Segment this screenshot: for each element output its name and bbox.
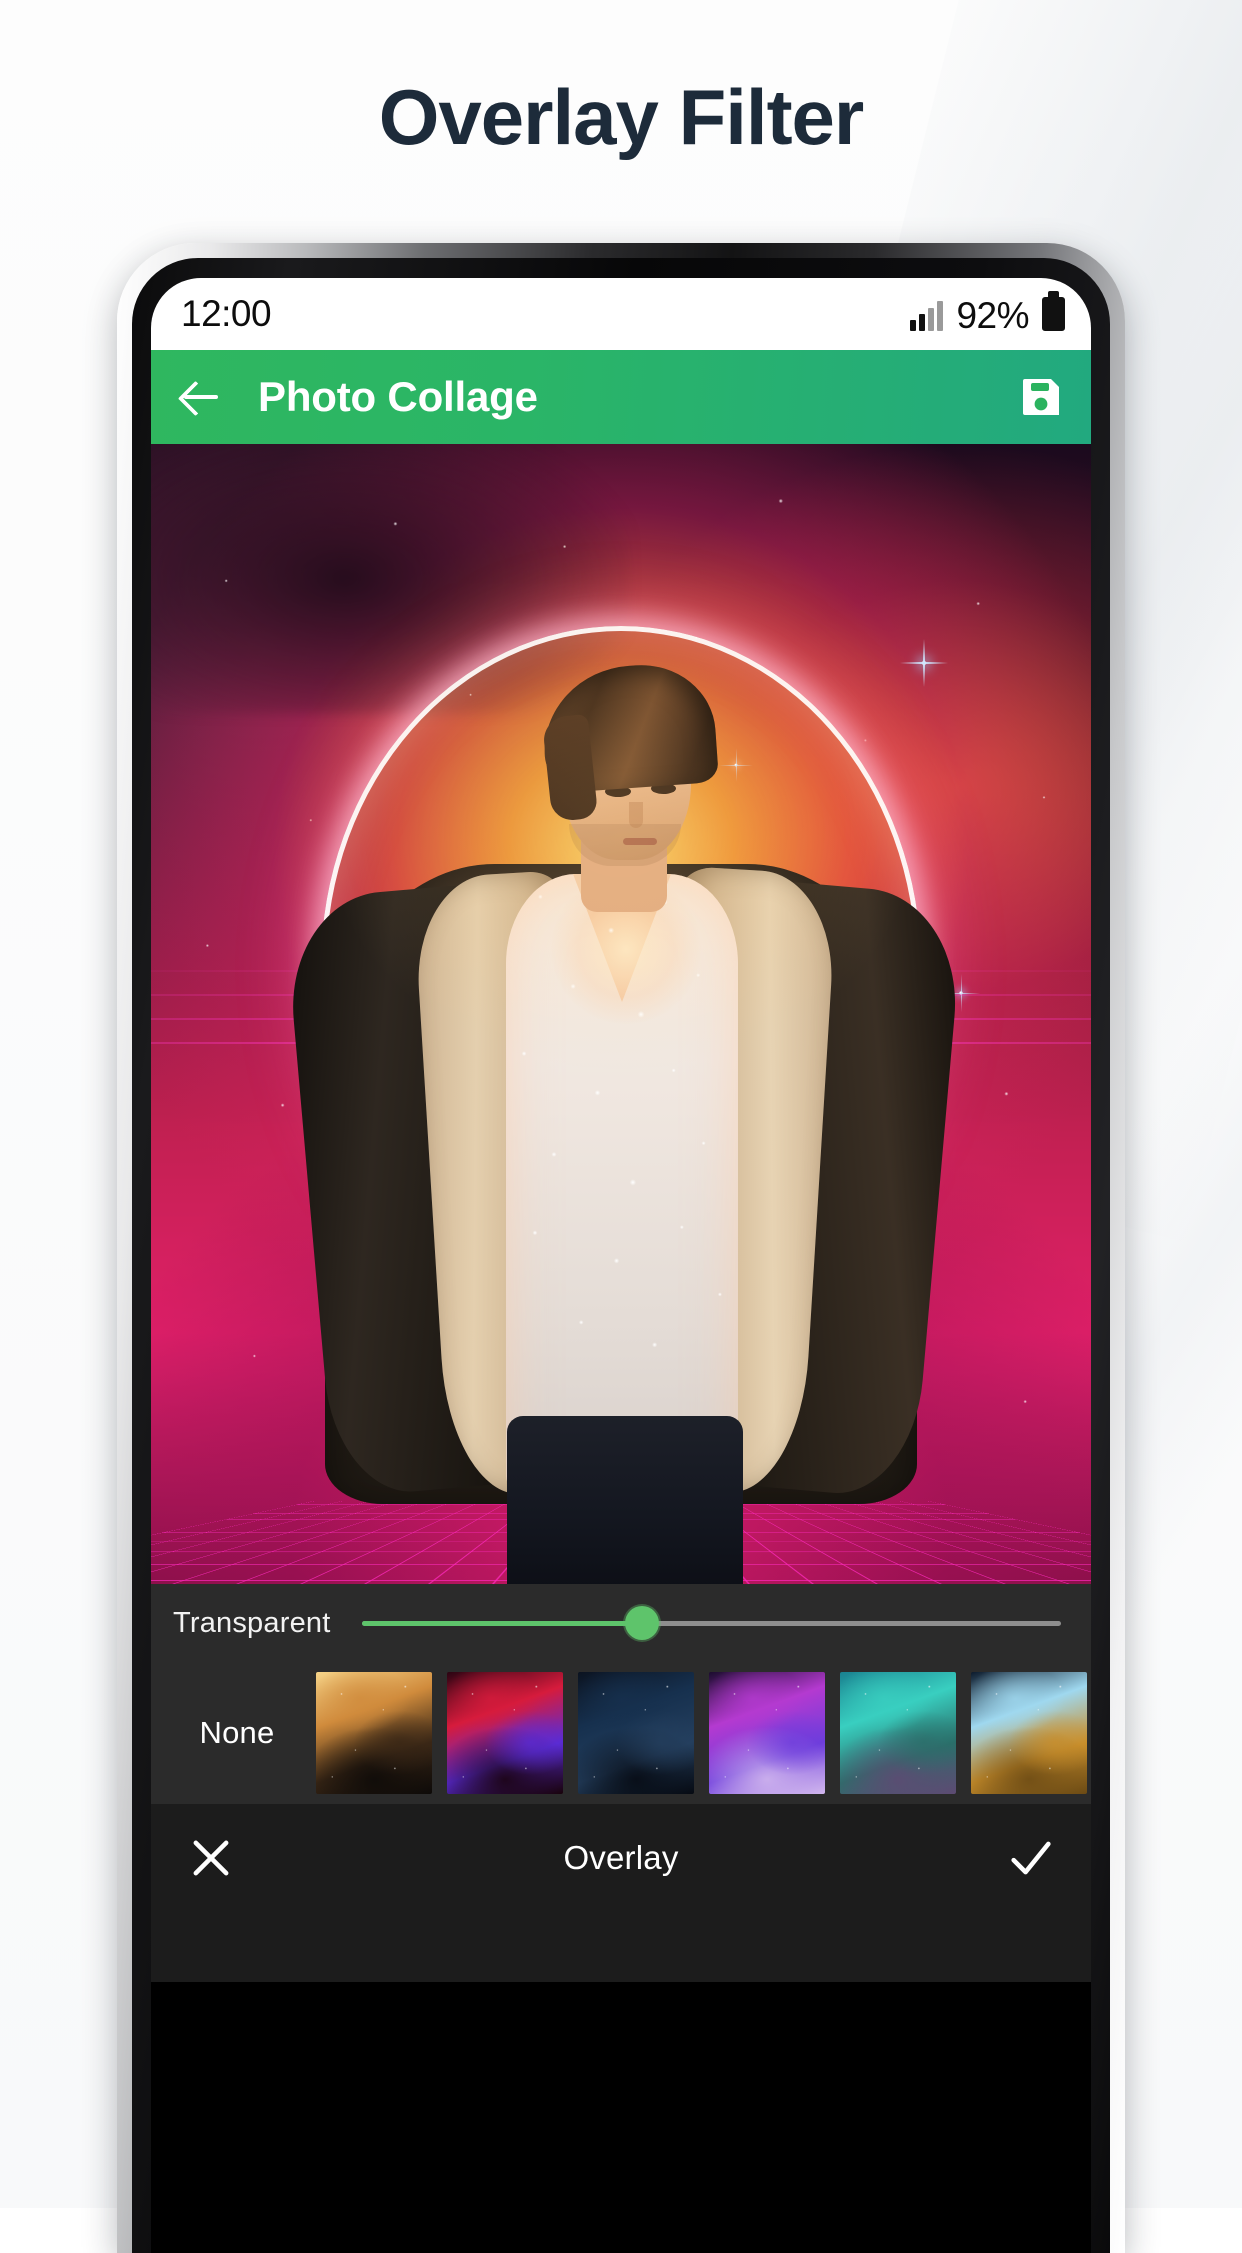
signal-bars-icon — [910, 301, 944, 331]
thumbnail-stars — [447, 1672, 563, 1794]
thumb-violet-cloud[interactable] — [709, 1672, 825, 1794]
save-floppy-icon[interactable] — [1017, 373, 1065, 421]
thumb-teal-mist[interactable] — [840, 1672, 956, 1794]
thumb-amber-ridge[interactable] — [971, 1672, 1087, 1794]
overlay-option-none[interactable]: None — [173, 1715, 301, 1751]
thumbnail-stars — [971, 1672, 1087, 1794]
close-x-icon[interactable] — [185, 1832, 237, 1884]
status-clock: 12:00 — [181, 293, 272, 334]
transparency-slider[interactable] — [362, 1606, 1061, 1640]
bottom-bar-title: Overlay — [563, 1839, 679, 1876]
check-icon[interactable] — [1005, 1832, 1057, 1884]
nose — [629, 802, 643, 828]
status-indicators: 92% — [910, 291, 1065, 336]
phone-screen: 12:00 92% Photo Collage Transparent None… — [151, 278, 1091, 2253]
battery-full-icon — [1042, 291, 1065, 331]
transparency-label: Transparent — [173, 1606, 331, 1639]
phone-mockup: 12:00 92% Photo Collage Transparent None… — [117, 243, 1125, 2253]
slider-thumb[interactable] — [624, 1606, 659, 1640]
page-title: Overlay Filter — [378, 73, 865, 161]
transparency-slider-row: Transparent — [151, 1584, 1091, 1662]
thumbnail-stars — [316, 1672, 432, 1794]
app-bar: Photo Collage — [151, 350, 1091, 444]
back-arrow-icon[interactable] — [179, 374, 225, 420]
thumbnail-stars — [578, 1672, 694, 1794]
status-bar: 12:00 92% — [151, 278, 1091, 350]
mouth — [623, 838, 657, 845]
battery-percent-label: 92% — [956, 295, 1029, 336]
thumb-crimson-vortex[interactable] — [447, 1672, 563, 1794]
thumb-golden-nebula[interactable] — [316, 1672, 432, 1794]
thumb-deep-blue[interactable] — [578, 1672, 694, 1794]
thumbnail-stars — [840, 1672, 956, 1794]
overlay-controls-panel: Transparent None — [151, 1584, 1091, 1804]
screen-bottom-filler — [151, 1912, 1091, 1982]
photo-canvas[interactable] — [151, 444, 1091, 1584]
subject-photo — [283, 574, 965, 1584]
thumbnail-stars — [709, 1672, 825, 1794]
dark-jeans — [507, 1416, 743, 1584]
overlay-thumbnail-strip[interactable]: None — [151, 1662, 1091, 1804]
sparkle-overlay — [486, 852, 758, 1412]
bottom-action-bar: Overlay — [151, 1804, 1091, 1912]
app-bar-title: Photo Collage — [258, 373, 538, 420]
slider-fill — [362, 1620, 642, 1626]
